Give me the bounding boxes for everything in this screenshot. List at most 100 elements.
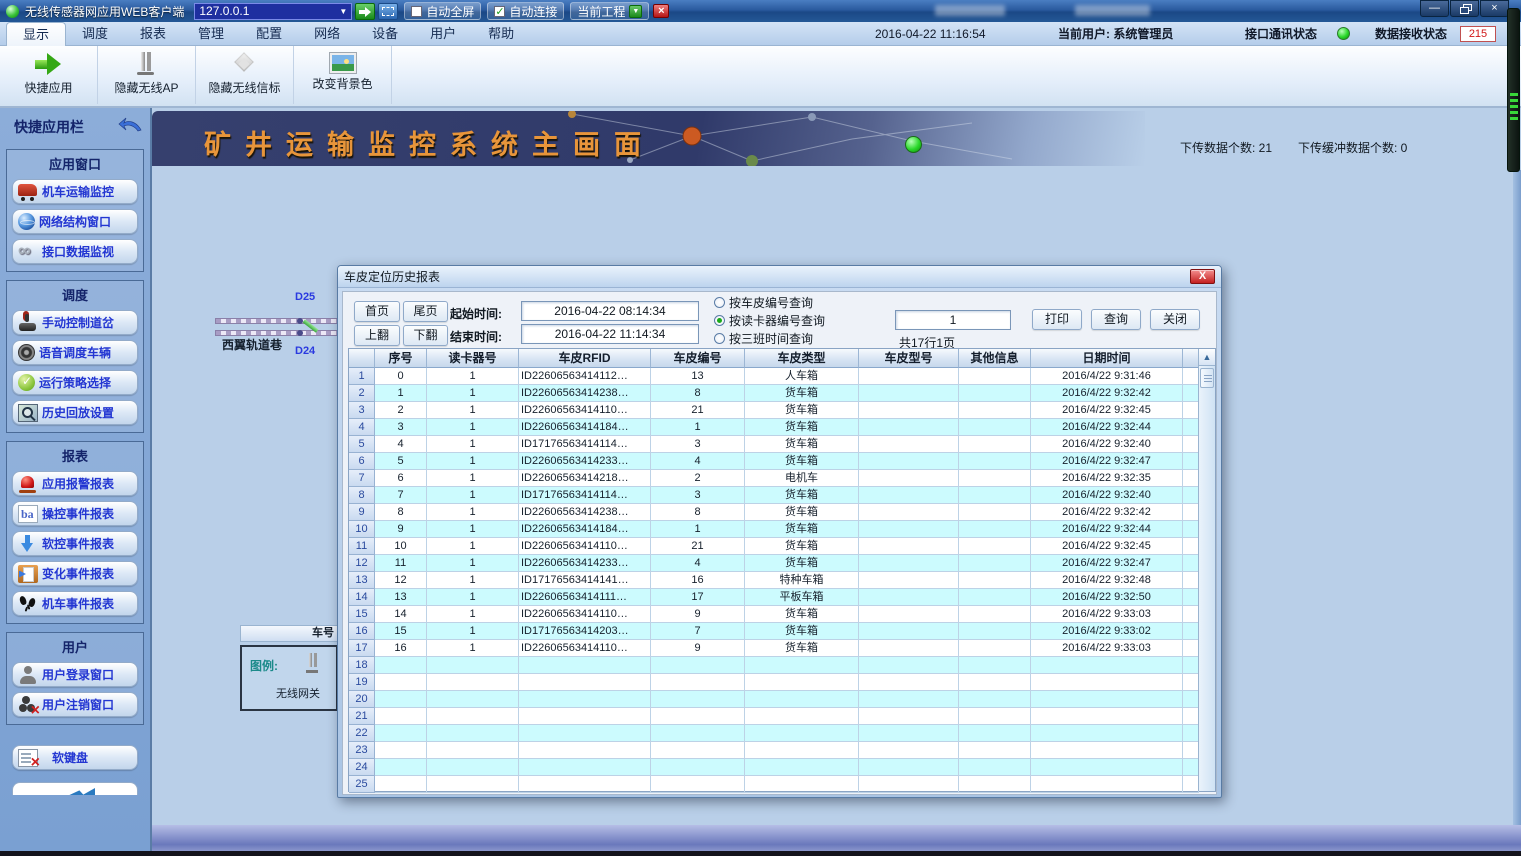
close-dialog-button[interactable]: 关闭	[1150, 309, 1200, 330]
menu-item-4[interactable]: 管理	[182, 22, 240, 46]
hide-beacon-button[interactable]: 隐藏无线信标	[196, 46, 294, 104]
table-row[interactable]: 211ID22606563414238…8货车箱2016/4/22 9:32:4…	[349, 385, 1199, 402]
address-combobox[interactable]: 127.0.0.1 ▼	[194, 3, 352, 20]
table-cell	[427, 759, 519, 776]
table-row[interactable]: 20	[349, 691, 1199, 708]
auto-fullscreen-checkbox[interactable]	[411, 6, 422, 17]
table-cell: 2016/4/22 9:32:47	[1031, 453, 1183, 470]
table-cell: 1	[427, 555, 519, 572]
quick-app-button[interactable]: 快捷应用	[0, 46, 98, 104]
sidebar-item[interactable]: 接口数据监视	[12, 239, 138, 264]
menu-item-9[interactable]: 帮助	[472, 22, 530, 46]
sidebar-item[interactable]: 运行策略选择	[12, 370, 138, 395]
table-cell	[651, 776, 745, 793]
sidebar-item[interactable]: 历史回放设置	[12, 400, 138, 425]
fullscreen-icon[interactable]	[378, 3, 398, 20]
sidebar-item[interactable]: 应用报警报表	[12, 471, 138, 496]
dialog-title-bar[interactable]: 车皮定位历史报表 X	[338, 266, 1221, 288]
current-user-text: 当前用户: 系统管理员	[1058, 22, 1173, 46]
close-button[interactable]: ×	[1480, 0, 1509, 17]
next-page-button[interactable]: 下翻	[403, 325, 448, 346]
sidebar-item[interactable]: 机车运输监控	[12, 179, 138, 204]
bg-color-button[interactable]: 改变背景色	[294, 46, 392, 104]
table-scrollbar[interactable]: ▲	[1198, 349, 1215, 791]
table-cell: 1	[427, 402, 519, 419]
query-button[interactable]: 查询	[1091, 309, 1141, 330]
query-number-input[interactable]: 1	[895, 310, 1011, 330]
query-mode-radio-3[interactable]: 按三班时间查询	[714, 330, 825, 347]
table-row[interactable]: 17161ID22606563414110…9货车箱2016/4/22 9:33…	[349, 640, 1199, 657]
sidebar-item-soft-keyboard[interactable]: 软键盘	[12, 745, 138, 770]
sidebar-item[interactable]: 变化事件报表	[12, 561, 138, 586]
menu-item-3[interactable]: 报表	[124, 22, 182, 46]
table-row[interactable]: 24	[349, 759, 1199, 776]
sidebar-item[interactable]: 软控事件报表	[12, 531, 138, 556]
table-row[interactable]: 761ID22606563414218…2电机车2016/4/22 9:32:3…	[349, 470, 1199, 487]
scrollbar-thumb[interactable]	[1200, 368, 1214, 388]
table-cell: 1	[651, 521, 745, 538]
table-row[interactable]: 15141ID22606563414110…9货车箱2016/4/22 9:33…	[349, 606, 1199, 623]
sidebar-item[interactable]: 手动控制道岔	[12, 310, 138, 335]
table-row[interactable]: 981ID22606563414238…8货车箱2016/4/22 9:32:4…	[349, 504, 1199, 521]
table-row[interactable]: 871ID17176563414114…3货车箱2016/4/22 9:32:4…	[349, 487, 1199, 504]
start-time-field[interactable]: 2016-04-22 08:14:34	[521, 301, 699, 321]
table-row[interactable]: 21	[349, 708, 1199, 725]
minimize-button[interactable]: —	[1420, 0, 1449, 17]
project-dropdown-button[interactable]: ▼	[629, 5, 642, 18]
table-row[interactable]: 18	[349, 657, 1199, 674]
query-mode-radio-2[interactable]: 按读卡器编号查询	[714, 312, 825, 329]
first-page-button[interactable]: 首页	[354, 301, 400, 322]
table-row[interactable]: 22	[349, 725, 1199, 742]
end-time-field[interactable]: 2016-04-22 11:14:34	[521, 324, 699, 344]
hide-ap-button[interactable]: 隐藏无线AP	[98, 46, 196, 104]
sidebar-item[interactable]: 用户登录窗口	[12, 662, 138, 687]
table-row[interactable]: 14131ID22606563414111…17平板车箱2016/4/22 9:…	[349, 589, 1199, 606]
dialog-close-icon[interactable]: X	[1190, 269, 1215, 284]
table-body: 101ID22606563414112…13人车箱2016/4/22 9:31:…	[349, 368, 1215, 793]
print-button[interactable]: 打印	[1032, 309, 1082, 330]
sidebar-item[interactable]: 操控事件报表	[12, 501, 138, 526]
toolbar-button-label: 隐藏无线AP	[98, 79, 195, 96]
chevron-down-icon[interactable]: ▼	[339, 7, 347, 16]
table-row[interactable]: 19	[349, 674, 1199, 691]
table-row[interactable]: 541ID17176563414114…3货车箱2016/4/22 9:32:4…	[349, 436, 1199, 453]
table-row[interactable]: 651ID22606563414233…4货车箱2016/4/22 9:32:4…	[349, 453, 1199, 470]
sidebar-item[interactable]: 机车事件报表	[12, 591, 138, 616]
menu-item-5[interactable]: 配置	[240, 22, 298, 46]
table-row[interactable]: 101ID22606563414112…13人车箱2016/4/22 9:31:…	[349, 368, 1199, 385]
scroll-up-icon[interactable]: ▲	[1199, 349, 1215, 366]
go-button[interactable]	[355, 3, 375, 20]
prev-page-button[interactable]: 上翻	[354, 325, 400, 346]
menu-item-2[interactable]: 调度	[66, 22, 124, 46]
menu-item-6[interactable]: 网络	[298, 22, 356, 46]
sidebar-item[interactable]: 用户注销窗口	[12, 692, 138, 717]
sidebar-partial-button[interactable]	[12, 782, 138, 795]
table-cell	[651, 674, 745, 691]
table-row[interactable]: 431ID22606563414184…1货车箱2016/4/22 9:32:4…	[349, 419, 1199, 436]
stop-button[interactable]: ×	[653, 4, 669, 18]
menu-item-1[interactable]: 显示	[6, 22, 66, 46]
table-row[interactable]: 321ID22606563414110…21货车箱2016/4/22 9:32:…	[349, 402, 1199, 419]
main-scrollbar[interactable]	[1513, 170, 1521, 825]
back-arrow-icon[interactable]	[118, 117, 142, 137]
query-mode-radio-1[interactable]: 按车皮编号查询	[714, 294, 825, 311]
table-row[interactable]: 1091ID22606563414184…1货车箱2016/4/22 9:32:…	[349, 521, 1199, 538]
report-table: 序号读卡器号车皮RFID车皮编号车皮类型车皮型号其他信息日期时间 101ID22…	[348, 348, 1216, 792]
auto-connect-checkbox[interactable]	[494, 6, 505, 17]
table-row[interactable]: 23	[349, 742, 1199, 759]
table-row[interactable]: 25	[349, 776, 1199, 793]
sidebar-item[interactable]: 网络结构窗口	[12, 209, 138, 234]
table-cell	[859, 725, 959, 742]
sidebar-item[interactable]: 语音调度车辆	[12, 340, 138, 365]
table-row[interactable]: 12111ID22606563414233…4货车箱2016/4/22 9:32…	[349, 555, 1199, 572]
last-page-button[interactable]: 尾页	[403, 301, 448, 322]
table-row[interactable]: 13121ID17176563414141…16特种车箱2016/4/22 9:…	[349, 572, 1199, 589]
table-row[interactable]: 16151ID17176563414203…7货车箱2016/4/22 9:33…	[349, 623, 1199, 640]
menu-item-7[interactable]: 设备	[356, 22, 414, 46]
restore-button[interactable]	[1450, 0, 1479, 17]
menu-item-8[interactable]: 用户	[414, 22, 472, 46]
table-cell: 10	[375, 538, 427, 555]
table-cell	[651, 742, 745, 759]
table-row[interactable]: 11101ID22606563414110…21货车箱2016/4/22 9:3…	[349, 538, 1199, 555]
user-logout-icon	[18, 696, 38, 714]
